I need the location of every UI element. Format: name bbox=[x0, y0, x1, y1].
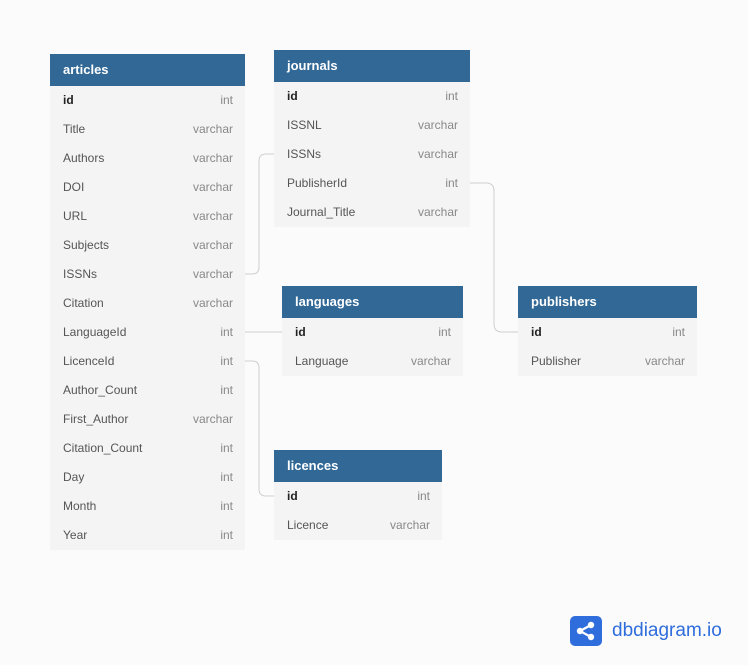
field-type: varchar bbox=[192, 412, 233, 426]
field-row[interactable]: Journal_Title varchar bbox=[274, 198, 470, 227]
field-row[interactable]: Citation varchar bbox=[50, 289, 245, 318]
table-articles[interactable]: articles id int Title varchar Authors varchar D… bbox=[50, 54, 245, 550]
field-type: varchar bbox=[644, 354, 685, 368]
field-type: int bbox=[220, 470, 233, 484]
field-row[interactable]: LicenceId int bbox=[50, 347, 245, 376]
field-row[interactable]: Authors varchar bbox=[50, 144, 245, 173]
field-row[interactable]: First_Author varchar bbox=[50, 405, 245, 434]
field-row[interactable]: Subjects varchar bbox=[50, 231, 245, 260]
field-name: Title bbox=[63, 122, 86, 136]
field-name: ISSNs bbox=[287, 147, 322, 161]
field-name: id bbox=[295, 325, 306, 339]
field-name: Citation_Count bbox=[63, 441, 143, 455]
field-row[interactable]: Title varchar bbox=[50, 115, 245, 144]
relation-journals-publishers bbox=[470, 182, 518, 333]
field-name: Citation bbox=[63, 296, 104, 310]
field-name: Subjects bbox=[63, 238, 110, 252]
table-languages[interactable]: languages id int Language varchar bbox=[282, 286, 463, 376]
field-row[interactable]: LanguageId int bbox=[50, 318, 245, 347]
field-type: varchar bbox=[192, 267, 233, 281]
field-type: int bbox=[445, 89, 458, 103]
field-name: Author_Count bbox=[63, 383, 138, 397]
field-type: int bbox=[220, 441, 233, 455]
field-type: int bbox=[220, 93, 233, 107]
field-type: int bbox=[220, 354, 233, 368]
field-row[interactable]: Year int bbox=[50, 521, 245, 550]
field-name: URL bbox=[63, 209, 88, 223]
field-type: int bbox=[438, 325, 451, 339]
field-row[interactable]: id int bbox=[518, 318, 697, 347]
field-type: varchar bbox=[410, 354, 451, 368]
table-header[interactable]: languages bbox=[282, 286, 463, 318]
field-row[interactable]: id int bbox=[282, 318, 463, 347]
field-row[interactable]: ISSNs varchar bbox=[50, 260, 245, 289]
field-row[interactable]: id int bbox=[274, 482, 442, 511]
field-name: Journal_Title bbox=[287, 205, 356, 219]
relation-articles-licences bbox=[245, 360, 274, 497]
field-type: varchar bbox=[192, 122, 233, 136]
field-row[interactable]: Citation_Count int bbox=[50, 434, 245, 463]
table-header[interactable]: licences bbox=[274, 450, 442, 482]
field-name: Month bbox=[63, 499, 97, 513]
field-name: ISSNL bbox=[287, 118, 322, 132]
field-name: LicenceId bbox=[63, 354, 115, 368]
field-name: id bbox=[63, 93, 74, 107]
field-name: LanguageId bbox=[63, 325, 127, 339]
field-name: DOI bbox=[63, 180, 85, 194]
share-icon bbox=[570, 616, 602, 646]
field-name: PublisherId bbox=[287, 176, 348, 190]
field-type: varchar bbox=[417, 118, 458, 132]
table-licences[interactable]: licences id int Licence varchar bbox=[274, 450, 442, 540]
field-type: varchar bbox=[192, 296, 233, 310]
table-journals[interactable]: journals id int ISSNL varchar ISSNs varchar Pub… bbox=[274, 50, 470, 227]
field-type: int bbox=[220, 325, 233, 339]
field-type: varchar bbox=[389, 518, 430, 532]
field-row[interactable]: id int bbox=[274, 82, 470, 111]
field-name: Language bbox=[295, 354, 349, 368]
field-type: int bbox=[220, 528, 233, 542]
field-row[interactable]: id int bbox=[50, 86, 245, 115]
field-row[interactable]: Author_Count int bbox=[50, 376, 245, 405]
field-type: varchar bbox=[417, 147, 458, 161]
relation-articles-journals bbox=[245, 153, 274, 275]
field-name: Year bbox=[63, 528, 88, 542]
field-type: int bbox=[672, 325, 685, 339]
field-name: id bbox=[287, 489, 298, 503]
field-row[interactable]: ISSNs varchar bbox=[274, 140, 470, 169]
field-name: Publisher bbox=[531, 354, 582, 368]
table-publishers[interactable]: publishers id int Publisher varchar bbox=[518, 286, 697, 376]
field-type: int bbox=[220, 499, 233, 513]
dbdiagram-logo[interactable]: dbdiagram.io bbox=[570, 616, 722, 646]
field-type: varchar bbox=[192, 151, 233, 165]
field-row[interactable]: Month int bbox=[50, 492, 245, 521]
field-row[interactable]: Publisher varchar bbox=[518, 347, 697, 376]
field-name: Day bbox=[63, 470, 85, 484]
table-header[interactable]: journals bbox=[274, 50, 470, 82]
field-type: int bbox=[445, 176, 458, 190]
field-name: Authors bbox=[63, 151, 105, 165]
table-header[interactable]: articles bbox=[50, 54, 245, 86]
field-row[interactable]: PublisherId int bbox=[274, 169, 470, 198]
field-type: varchar bbox=[192, 180, 233, 194]
field-name: ISSNs bbox=[63, 267, 98, 281]
field-row[interactable]: Language varchar bbox=[282, 347, 463, 376]
field-type: varchar bbox=[192, 238, 233, 252]
field-type: varchar bbox=[417, 205, 458, 219]
field-type: int bbox=[220, 383, 233, 397]
field-row[interactable]: Licence varchar bbox=[274, 511, 442, 540]
logo-text: dbdiagram.io bbox=[612, 620, 722, 641]
field-name: id bbox=[531, 325, 542, 339]
field-name: First_Author bbox=[63, 412, 129, 426]
field-name: id bbox=[287, 89, 298, 103]
field-row[interactable]: DOI varchar bbox=[50, 173, 245, 202]
field-row[interactable]: Day int bbox=[50, 463, 245, 492]
table-header[interactable]: publishers bbox=[518, 286, 697, 318]
field-type: varchar bbox=[192, 209, 233, 223]
field-row[interactable]: URL varchar bbox=[50, 202, 245, 231]
field-name: Licence bbox=[287, 518, 329, 532]
field-type: int bbox=[417, 489, 430, 503]
field-row[interactable]: ISSNL varchar bbox=[274, 111, 470, 140]
